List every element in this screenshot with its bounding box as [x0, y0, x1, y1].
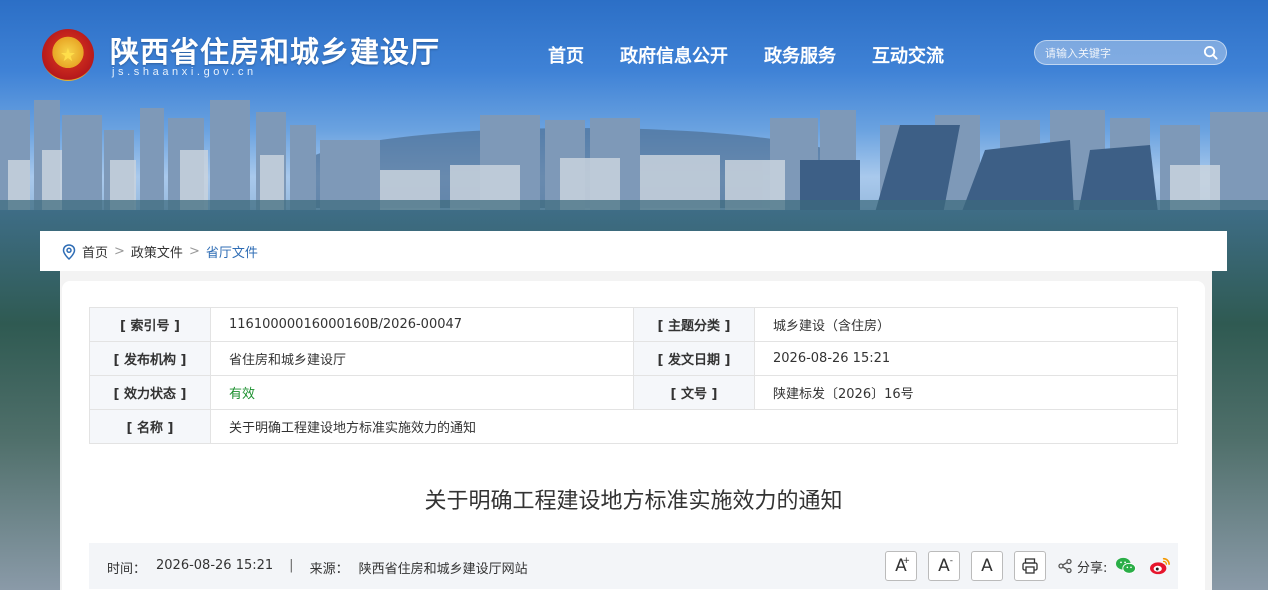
- print-button[interactable]: [1014, 551, 1046, 581]
- article-title: 关于明确工程建设地方标准实施效力的通知: [424, 489, 843, 514]
- source-label: 来源：: [309, 562, 349, 577]
- meta-label-date: [ 发文日期 ]: [633, 341, 755, 376]
- wechat-icon[interactable]: [1115, 556, 1137, 576]
- share-label: 分享:: [1077, 560, 1108, 576]
- font-decrease-button[interactable]: A-: [928, 551, 960, 581]
- breadcrumb-policy-docs[interactable]: 政策文件: [131, 242, 183, 261]
- breadcrumb-separator: >: [188, 244, 200, 259]
- nav-services[interactable]: 政务服务: [764, 42, 836, 68]
- print-icon: [1022, 558, 1038, 574]
- search-input[interactable]: [1045, 45, 1195, 61]
- site-header: ★ 陕西省住房和城乡建设厅 js.shaanxi.gov.cn 首页 政府信息公…: [0, 0, 1268, 96]
- breadcrumb-bar: 首页 > 政策文件 > 省厅文件: [40, 231, 1227, 271]
- article-info: 时间： 2026-08-26 15:21 | 来源： 陕西省住房和城乡建设厅网站: [107, 558, 528, 577]
- font-decrease-sup: -: [949, 556, 953, 566]
- time-value: 2026-08-26 15:21: [156, 558, 274, 573]
- info-divider: |: [289, 558, 294, 573]
- meta-value-status: 有效: [210, 375, 634, 410]
- meta-label-org: [ 发布机构 ]: [89, 341, 211, 376]
- meta-row: [ 名称 ] 关于明确工程建设地方标准实施效力的通知: [89, 409, 1178, 444]
- meta-row: [ 索引号 ] 11610000016000160B/2026-00047 [ …: [89, 307, 1178, 342]
- search-box: [1034, 40, 1227, 65]
- meta-label-topic: [ 主题分类 ]: [633, 307, 755, 342]
- nav-gov-info[interactable]: 政府信息公开: [620, 42, 728, 68]
- breadcrumb-home[interactable]: 首页: [82, 242, 108, 261]
- breadcrumb-separator: >: [114, 244, 125, 259]
- share-icon: [1058, 558, 1072, 574]
- weibo-icon[interactable]: [1149, 556, 1171, 576]
- font-reset-button[interactable]: A: [971, 551, 1003, 581]
- meta-label-name: [ 名称 ]: [89, 409, 211, 444]
- meta-row: [ 发布机构 ] 省住房和城乡建设厅 [ 发文日期 ] 2026-08-26 1…: [89, 341, 1178, 376]
- article-info-bar: 时间： 2026-08-26 15:21 | 来源： 陕西省住房和城乡建设厅网站…: [89, 543, 1178, 589]
- breadcrumb-current[interactable]: 省厅文件: [206, 242, 258, 261]
- meta-row: [ 效力状态 ] 有效 [ 文号 ] 陕建标发〔2026〕16号: [89, 375, 1178, 410]
- article-card: [ 索引号 ] 11610000016000160B/2026-00047 [ …: [62, 281, 1205, 590]
- font-decrease-label: A: [938, 556, 950, 576]
- font-increase-button[interactable]: A +: [885, 551, 917, 581]
- share-group: 分享:: [1057, 556, 1175, 576]
- nav-interaction[interactable]: 互动交流: [872, 42, 944, 68]
- nav-home[interactable]: 首页: [548, 42, 584, 68]
- meta-value-docno: 陕建标发〔2026〕16号: [754, 375, 1178, 410]
- meta-value-index: 11610000016000160B/2026-00047: [210, 307, 634, 342]
- article-tools: A + A- A 分享:: [885, 551, 1175, 581]
- site-title: 陕西省住房和城乡建设厅: [110, 35, 441, 69]
- search-icon[interactable]: [1203, 45, 1218, 60]
- font-reset-label: A: [981, 556, 993, 576]
- breadcrumb: 首页 > 政策文件 > 省厅文件: [62, 242, 258, 261]
- source-value: 陕西省住房和城乡建设厅网站: [358, 562, 528, 577]
- meta-label-status: [ 效力状态 ]: [89, 375, 211, 410]
- meta-value-org: 省住房和城乡建设厅: [210, 341, 634, 376]
- meta-value-topic: 城乡建设（含住房）: [754, 307, 1178, 342]
- font-increase-sup: +: [902, 556, 910, 566]
- national-emblem-logo: ★: [42, 29, 94, 81]
- meta-value-date: 2026-08-26 15:21: [754, 341, 1178, 376]
- time-label: 时间：: [107, 562, 147, 577]
- location-pin-icon: [62, 243, 76, 260]
- meta-label-docno: [ 文号 ]: [633, 375, 755, 410]
- meta-label-index: [ 索引号 ]: [89, 307, 211, 342]
- document-meta-table: [ 索引号 ] 11610000016000160B/2026-00047 [ …: [89, 307, 1178, 444]
- meta-value-name: 关于明确工程建设地方标准实施效力的通知: [210, 409, 1178, 444]
- site-url: js.shaanxi.gov.cn: [112, 66, 257, 78]
